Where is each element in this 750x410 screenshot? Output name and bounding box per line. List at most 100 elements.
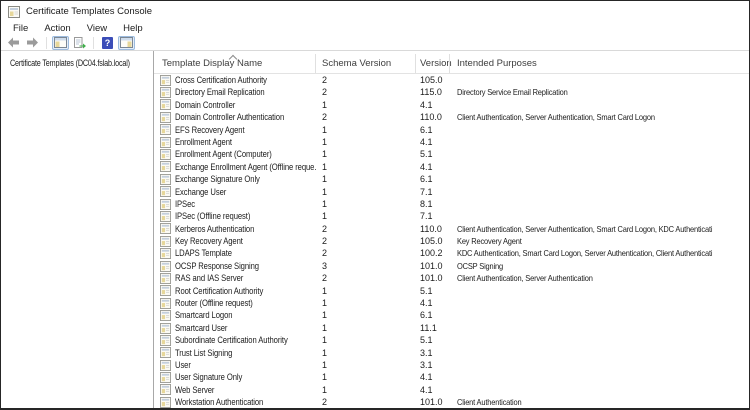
table-row[interactable]: Trust List Signing 1 3.1: [154, 347, 749, 359]
cell-schema-version: 3: [322, 260, 328, 271]
export-list-button[interactable]: [71, 36, 88, 50]
table-row[interactable]: Exchange User 1 7.1: [154, 186, 749, 198]
cell-version: 100.2: [420, 248, 443, 259]
column-header-version[interactable]: Version: [420, 58, 452, 69]
certificate-template-icon: [160, 384, 171, 396]
cell-version: 7.1: [420, 186, 433, 197]
cell-template-display-name: Workstation Authentication: [160, 396, 316, 408]
cell-version: 5.1: [420, 285, 433, 296]
cell-schema-version: 2: [322, 273, 328, 284]
table-row[interactable]: Directory Email Replication 2 115.0 Dire…: [154, 86, 749, 99]
cell-template-display-name: Kerberos Authentication: [160, 223, 316, 235]
column-header-template-display-name[interactable]: Template Display Name: [162, 58, 262, 69]
cell-version: 101.0: [420, 397, 443, 408]
cell-schema-version: 2: [322, 223, 328, 234]
table-row[interactable]: User Signature Only 1 4.1: [154, 371, 749, 384]
cell-intended-purposes: [457, 297, 712, 309]
table-row[interactable]: Enrollment Agent 1 4.1: [154, 136, 749, 148]
cell-intended-purposes: KDC Authentication, Smart Card Logon, Se…: [457, 248, 713, 259]
table-row[interactable]: Workstation Authentication 2 101.0 Clien…: [154, 396, 749, 408]
table-row[interactable]: Enrollment Agent (Computer) 1 5.1: [154, 148, 749, 161]
cell-intended-purposes: [457, 99, 712, 111]
table-row[interactable]: Router (Offline request) 1 4.1: [154, 297, 749, 309]
table-row[interactable]: LDAPS Template 2 100.2 KDC Authenticatio…: [154, 247, 749, 260]
cell-version: 3.1: [420, 359, 433, 370]
table-row[interactable]: Exchange Enrollment Agent (Offline reque…: [154, 161, 749, 173]
certificate-template-icon: [160, 297, 171, 309]
cell-template-display-name: Exchange Enrollment Agent (Offline reque…: [160, 161, 316, 173]
certificate-template-icon: [160, 173, 171, 185]
forward-button[interactable]: [24, 36, 41, 50]
cell-schema-version: 2: [322, 87, 328, 98]
table-row[interactable]: IPSec (Offline request) 1 7.1: [154, 210, 749, 222]
column-divider[interactable]: [415, 54, 416, 73]
column-divider[interactable]: [449, 54, 450, 73]
certificate-template-icon: [160, 347, 171, 359]
cell-template-display-name: OCSP Response Signing: [160, 260, 316, 272]
cell-template-display-name: Exchange User: [160, 186, 316, 198]
table-row[interactable]: Exchange Signature Only 1 6.1: [154, 173, 749, 185]
table-row[interactable]: Smartcard User 1 11.1: [154, 322, 749, 334]
menu-help[interactable]: Help: [115, 23, 151, 34]
table-row[interactable]: OCSP Response Signing 3 101.0 OCSP Signi…: [154, 260, 749, 272]
table-row[interactable]: RAS and IAS Server 2 101.0 Client Authen…: [154, 272, 749, 284]
certificate-template-icon: [160, 334, 171, 346]
table-row[interactable]: Domain Controller 1 4.1: [154, 99, 749, 111]
back-button[interactable]: [5, 36, 22, 50]
cell-version: 4.1: [420, 136, 433, 147]
cell-intended-purposes: [457, 347, 712, 359]
cell-template-display-name: Subordinate Certification Authority: [160, 334, 316, 346]
table-row[interactable]: Root Certification Authority 1 5.1: [154, 285, 749, 297]
cell-version: 4.1: [420, 99, 433, 110]
column-header-schema-version[interactable]: Schema Version: [322, 58, 391, 69]
cell-version: 101.0: [420, 260, 443, 271]
menu-action[interactable]: Action: [36, 23, 78, 34]
menu-file[interactable]: File: [5, 23, 36, 34]
help-button[interactable]: [99, 36, 116, 50]
cell-schema-version: 2: [322, 236, 328, 247]
certificate-template-icon: [160, 210, 171, 222]
certificate-template-icon: [160, 149, 171, 161]
column-divider[interactable]: [315, 54, 316, 73]
tree-item-label: Certificate Templates (DC04.fslab.local): [10, 58, 130, 68]
table-row[interactable]: Smartcard Logon 1 6.1: [154, 309, 749, 322]
certificate-template-icon: [160, 235, 171, 247]
certificate-templates-console-window: Certificate Templates Console File Actio…: [0, 0, 750, 410]
cell-intended-purposes: OCSP Signing: [457, 260, 503, 271]
column-header-intended-purposes[interactable]: Intended Purposes: [457, 58, 537, 69]
cell-version: 5.1: [420, 335, 433, 346]
show-action-pane-icon: [120, 37, 133, 48]
cell-schema-version: 1: [322, 124, 328, 135]
cell-intended-purposes: [457, 210, 712, 222]
toolbar-separator: [93, 36, 94, 49]
cell-template-display-name: IPSec (Offline request): [160, 210, 316, 222]
cell-template-display-name: Directory Email Replication: [160, 86, 316, 99]
certificate-template-icon: [160, 74, 171, 86]
table-row[interactable]: Kerberos Authentication 2 110.0 Client A…: [154, 223, 749, 235]
help-icon: [102, 36, 113, 49]
console-tree-pane: Certificate Templates (DC04.fslab.local): [1, 51, 154, 408]
table-row[interactable]: EFS Recovery Agent 1 6.1: [154, 124, 749, 136]
table-row[interactable]: Domain Controller Authentication 2 110.0…: [154, 111, 749, 123]
cell-schema-version: 1: [322, 359, 328, 370]
certificate-template-icon: [160, 285, 171, 297]
show-action-pane-button[interactable]: [118, 35, 135, 50]
table-row[interactable]: User 1 3.1: [154, 359, 749, 371]
cell-template-display-name: User: [160, 359, 316, 371]
cell-template-display-name: Smartcard Logon: [160, 309, 316, 322]
menu-view[interactable]: View: [79, 23, 115, 34]
certificate-template-icon: [160, 322, 171, 334]
cell-template-display-name: Smartcard User: [160, 322, 316, 334]
cell-template-display-name: RAS and IAS Server: [160, 272, 316, 284]
export-list-icon: [74, 36, 86, 48]
table-row[interactable]: IPSec 1 8.1: [154, 198, 749, 210]
table-row[interactable]: Cross Certification Authority 2 105.0: [154, 74, 749, 86]
table-row[interactable]: Key Recovery Agent 2 105.0 Key Recovery …: [154, 235, 749, 247]
show-console-tree-button[interactable]: [52, 35, 69, 50]
cell-intended-purposes: Key Recovery Agent: [457, 236, 522, 247]
table-row[interactable]: Web Server 1 4.1: [154, 384, 749, 396]
tree-item-certificate-templates-root[interactable]: Certificate Templates (DC04.fslab.local): [1, 56, 153, 70]
certificate-template-icon: [160, 260, 171, 272]
cell-version: 4.1: [420, 298, 433, 309]
table-row[interactable]: Subordinate Certification Authority 1 5.…: [154, 334, 749, 346]
